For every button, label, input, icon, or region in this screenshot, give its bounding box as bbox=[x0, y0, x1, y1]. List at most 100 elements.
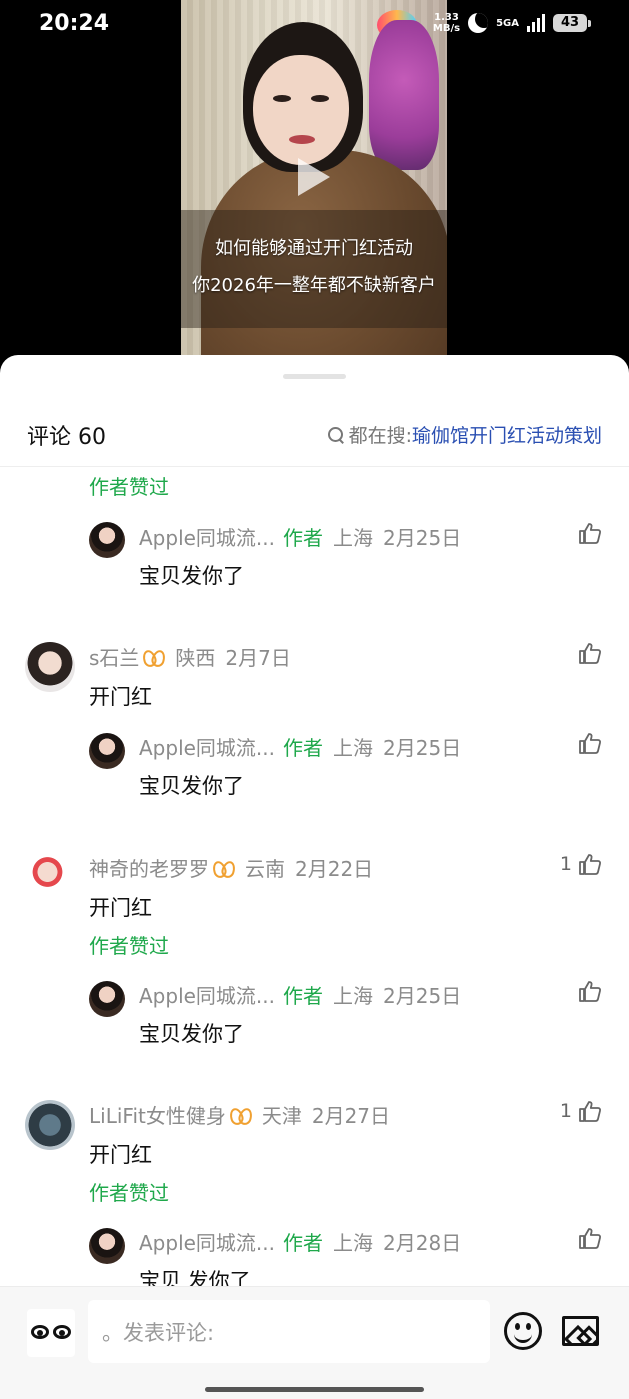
search-term[interactable]: 瑜伽馆开门红活动策划 bbox=[412, 421, 602, 448]
comment-location: 云南 bbox=[245, 857, 285, 881]
reply-text: 宝贝 发你了 bbox=[139, 1269, 251, 1286]
comment-list[interactable]: 作者赞过 Apple同城流... 作者 上海 2月25日 宝贝发你了 s石兰 陕… bbox=[0, 468, 629, 1286]
comment-header: 评论 60 都在搜: 瑜伽馆开门红活动策划 bbox=[0, 405, 629, 467]
comment-text: 开门红 bbox=[89, 896, 152, 920]
reply-date: 2月28日 bbox=[383, 1231, 462, 1255]
vip-badge-icon bbox=[230, 1107, 252, 1123]
thumbs-up-icon bbox=[579, 981, 602, 1002]
avatar[interactable] bbox=[89, 1228, 125, 1264]
comment-user-line: LiLiFit女性健身 天津 2月27日 bbox=[89, 1100, 390, 1129]
reply-user-line: Apple同城流... 作者 上海 2月28日 bbox=[139, 1227, 461, 1256]
comment-location: 天津 bbox=[261, 1104, 302, 1128]
sticker-eyes-icon[interactable] bbox=[27, 1309, 75, 1357]
vip-badge-icon bbox=[143, 649, 165, 665]
net-speed-value: 1.33 bbox=[434, 12, 459, 23]
comment-date: 2月7日 bbox=[225, 646, 291, 670]
reply-location: 上海 bbox=[333, 984, 374, 1008]
do-not-disturb-icon bbox=[468, 13, 489, 33]
avatar[interactable] bbox=[89, 733, 125, 769]
net-speed-unit: MB/s bbox=[432, 23, 461, 34]
reply-username[interactable]: Apple同城流... bbox=[139, 522, 275, 551]
video-frame: 如何能够通过开门红活动 你2026年一整年都不缺新客户 bbox=[181, 0, 447, 380]
signal-icon bbox=[527, 14, 545, 32]
comment-date: 2月22日 bbox=[295, 857, 374, 881]
play-icon[interactable] bbox=[298, 158, 330, 196]
reply-date: 2月25日 bbox=[383, 984, 462, 1008]
author-tag: 作者 bbox=[283, 526, 324, 550]
battery-icon: 43 bbox=[553, 14, 591, 32]
comment-user-line: 神奇的老罗罗 云南 2月22日 bbox=[89, 853, 373, 882]
thumbs-up-icon bbox=[579, 1228, 602, 1249]
comment-username[interactable]: 神奇的老罗罗 bbox=[89, 853, 209, 882]
author-tag: 作者 bbox=[283, 1231, 324, 1255]
presenter-face bbox=[253, 55, 349, 165]
avatar[interactable] bbox=[89, 522, 125, 558]
thumbs-up-icon bbox=[579, 643, 602, 664]
reply-location: 上海 bbox=[333, 1231, 374, 1255]
reply-user-line: Apple同城流... 作者 上海 2月25日 bbox=[139, 980, 461, 1009]
thumbs-up-icon bbox=[579, 854, 602, 875]
comment-date: 2月27日 bbox=[311, 1104, 391, 1128]
author-liked-tag: 作者赞过 bbox=[89, 934, 169, 958]
thumbs-up-icon bbox=[579, 1101, 602, 1122]
author-tag: 作者 bbox=[283, 984, 324, 1008]
video-caption-line-1: 如何能够通过开门红活动 bbox=[215, 238, 413, 259]
author-tag: 作者 bbox=[283, 736, 324, 760]
video-player[interactable]: 如何能够通过开门红活动 你2026年一整年都不缺新客户 bbox=[0, 0, 629, 380]
caption-box bbox=[181, 210, 447, 328]
emoji-smile-icon[interactable] bbox=[504, 1312, 542, 1350]
like-button[interactable] bbox=[578, 1227, 602, 1249]
reply-username[interactable]: Apple同城流... bbox=[139, 1227, 275, 1256]
author-liked-tag: 作者赞过 bbox=[89, 1181, 169, 1205]
comment-location: 陕西 bbox=[175, 646, 216, 670]
reply-date: 2月25日 bbox=[383, 736, 462, 760]
drag-handle[interactable] bbox=[283, 374, 346, 379]
comment-count: 评论 60 bbox=[27, 425, 106, 450]
reply-location: 上海 bbox=[333, 526, 374, 550]
reply-username[interactable]: Apple同城流... bbox=[139, 980, 275, 1009]
reply-location: 上海 bbox=[333, 736, 374, 760]
avatar[interactable] bbox=[25, 642, 75, 692]
like-count: 1 bbox=[559, 853, 572, 875]
reply-username[interactable]: Apple同城流... bbox=[139, 732, 275, 761]
like-button[interactable] bbox=[578, 980, 602, 1002]
comment-text: 开门红 bbox=[89, 1143, 152, 1167]
reply-user-line: Apple同城流... 作者 上海 2月25日 bbox=[139, 522, 461, 551]
image-icon[interactable] bbox=[562, 1316, 599, 1346]
thumbs-up-icon bbox=[579, 733, 602, 754]
comment-username[interactable]: LiLiFit女性健身 bbox=[89, 1100, 226, 1129]
related-search-link[interactable]: 都在搜: 瑜伽馆开门红活动策划 bbox=[327, 421, 602, 448]
comment-username[interactable]: s石兰 bbox=[89, 642, 139, 671]
vip-badge-icon bbox=[213, 860, 235, 876]
net-speed: 1.33 MB/s bbox=[433, 12, 460, 34]
comment-input-bar: 。发表评论: bbox=[0, 1286, 629, 1399]
home-indicator[interactable] bbox=[205, 1387, 424, 1392]
status-time: 20:24 bbox=[39, 11, 110, 36]
reply-user-line: Apple同城流... 作者 上海 2月25日 bbox=[139, 732, 461, 761]
like-button[interactable] bbox=[572, 642, 602, 664]
like-button[interactable]: 1 bbox=[560, 853, 602, 875]
comment-text: 开门红 bbox=[89, 685, 152, 709]
avatar[interactable] bbox=[25, 1100, 75, 1150]
comment-sheet: 评论 60 都在搜: 瑜伽馆开门红活动策划 作者赞过 Apple同城流... 作… bbox=[0, 355, 629, 1399]
status-icons: 1.33 MB/s 5GA 43 bbox=[433, 12, 591, 34]
search-prefix: 都在搜: bbox=[348, 425, 412, 447]
reply-text: 宝贝发你了 bbox=[139, 1022, 244, 1046]
comment-input-placeholder: 。发表评论: bbox=[102, 1321, 215, 1345]
network-type: 5GA bbox=[496, 17, 519, 29]
author-liked-tag: 作者赞过 bbox=[89, 475, 169, 499]
video-caption-line-2: 你2026年一整年都不缺新客户 bbox=[192, 275, 436, 296]
comment-user-line: s石兰 陕西 2月7日 bbox=[89, 642, 291, 671]
like-button[interactable] bbox=[578, 522, 602, 544]
avatar[interactable] bbox=[25, 852, 75, 902]
thumbs-up-icon bbox=[579, 523, 602, 544]
reply-date: 2月25日 bbox=[383, 526, 462, 550]
like-button[interactable]: 1 bbox=[560, 1100, 602, 1122]
search-icon bbox=[327, 426, 345, 444]
avatar[interactable] bbox=[89, 981, 125, 1017]
status-bar: 20:24 1.33 MB/s 5GA 43 bbox=[0, 0, 629, 50]
reply-text: 宝贝发你了 bbox=[139, 564, 244, 588]
comment-input[interactable]: 。发表评论: bbox=[88, 1300, 490, 1363]
reply-text: 宝贝发你了 bbox=[139, 774, 244, 798]
like-button[interactable] bbox=[578, 732, 602, 754]
